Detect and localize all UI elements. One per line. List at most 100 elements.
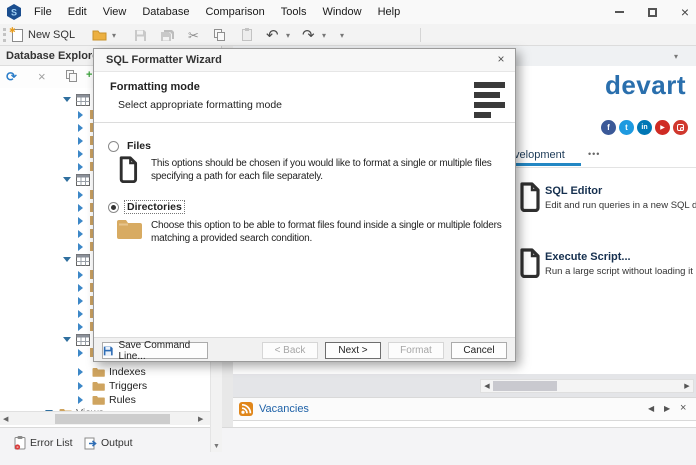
tab-list-dropdown[interactable]: ▾: [674, 52, 678, 61]
execute-script-title[interactable]: Execute Script...: [545, 251, 631, 263]
sql-formatter-wizard-dialog: SQL Formatter Wizard × Formatting mode S…: [93, 48, 516, 362]
sql-editor-title[interactable]: SQL Editor: [545, 185, 602, 197]
new-sql-icon: ✱: [9, 26, 23, 42]
start-page-hscrollbar[interactable]: ◀ ▶: [480, 379, 694, 393]
minimize-icon: [614, 11, 624, 13]
feed-prev-button[interactable]: ◀: [648, 404, 654, 413]
copy-button[interactable]: [214, 26, 226, 44]
folder-icon: [92, 382, 105, 391]
folder-icon: [92, 368, 105, 377]
files-radio[interactable]: [108, 141, 119, 152]
redo-icon: ↷: [302, 26, 315, 44]
open-file-button[interactable]: [92, 26, 107, 44]
tabs-more-button[interactable]: •••: [588, 149, 600, 159]
app-window: S File Edit View Database Comparison Too…: [0, 0, 696, 465]
refresh-icon: ⟳: [6, 69, 17, 84]
scrollbar-thumb[interactable]: [493, 381, 557, 391]
save-icon: [103, 346, 113, 355]
save-command-line-button[interactable]: Save Command Line...: [102, 340, 208, 362]
toolbar-overflow-dropdown[interactable]: ▾: [340, 26, 344, 44]
youtube-icon[interactable]: ▶: [655, 120, 670, 135]
tree-row-triggers[interactable]: Triggers: [0, 380, 210, 392]
menu-item-comparison[interactable]: Comparison: [197, 0, 272, 24]
files-radio-label[interactable]: Files: [127, 140, 151, 152]
save-all-icon: [161, 29, 174, 41]
window-minimize-button[interactable]: [606, 0, 632, 24]
maximize-icon: [647, 7, 657, 17]
open-folder-icon: [92, 30, 107, 41]
redo-button[interactable]: ↷: [302, 26, 315, 44]
folder-icon: [92, 396, 105, 405]
menu-item-database[interactable]: Database: [134, 0, 197, 24]
redo-dropdown[interactable]: ▾: [322, 26, 326, 44]
files-option-icon: [116, 156, 139, 183]
facebook-icon[interactable]: f: [601, 120, 616, 135]
disconnect-button[interactable]: ×: [38, 69, 46, 84]
menu-item-tools[interactable]: Tools: [273, 0, 315, 24]
scroll-right-icon[interactable]: ▶: [681, 382, 693, 390]
next-button[interactable]: Next >: [325, 342, 381, 359]
dialog-subheading: Select appropriate formatting mode: [118, 99, 283, 111]
copy-icon: [214, 28, 226, 42]
twitter-icon[interactable]: t: [619, 120, 634, 135]
camera-glyph: [677, 124, 684, 131]
rss-icon: [239, 402, 253, 416]
window-close-button[interactable]: ×: [672, 0, 696, 24]
refresh-button[interactable]: ⟳: [6, 69, 17, 85]
dialog-title-bar[interactable]: SQL Formatter Wizard ×: [94, 49, 515, 72]
directories-radio[interactable]: [108, 202, 119, 213]
save-all-button[interactable]: [160, 26, 175, 44]
paste-button[interactable]: [242, 26, 252, 44]
feed-close-button[interactable]: ×: [680, 402, 686, 414]
cancel-button[interactable]: Cancel: [451, 342, 507, 359]
close-icon: ×: [497, 52, 505, 66]
paste-icon: [242, 28, 252, 41]
new-connection-button[interactable]: +: [86, 69, 92, 81]
social-links: f t in ▶: [601, 120, 688, 135]
undo-button[interactable]: ↶: [266, 26, 279, 44]
scroll-left-icon[interactable]: ◀: [481, 382, 493, 390]
linkedin-icon[interactable]: in: [637, 120, 652, 135]
feed-next-button[interactable]: ▶: [664, 404, 670, 413]
save-icon: [135, 29, 146, 41]
dialog-footer: Save Command Line... < Back Next > Forma…: [94, 337, 515, 362]
scrollbar-thumb[interactable]: [55, 414, 170, 424]
directories-radio-label[interactable]: Directories: [124, 200, 185, 214]
menu-item-file[interactable]: File: [26, 0, 60, 24]
dialog-separator: [94, 122, 515, 123]
dialog-close-button[interactable]: ×: [492, 52, 510, 69]
output-tab[interactable]: Output: [84, 434, 133, 452]
menu-item-view[interactable]: View: [95, 0, 135, 24]
vacancies-tab[interactable]: Vacancies: [259, 403, 309, 415]
tree-row-indexes[interactable]: Indexes: [0, 366, 210, 378]
output-icon: [84, 437, 97, 449]
error-list-tab[interactable]: Error List: [14, 434, 73, 452]
explorer-hscrollbar[interactable]: ◀ ▶: [0, 411, 210, 425]
undo-icon: ↶: [266, 26, 279, 44]
save-button[interactable]: [134, 26, 147, 44]
undo-dropdown[interactable]: ▾: [286, 26, 290, 44]
menu-item-help[interactable]: Help: [370, 0, 409, 24]
menu-item-window[interactable]: Window: [314, 0, 369, 24]
devart-logo: devart: [604, 70, 686, 100]
window-maximize-button[interactable]: [639, 0, 665, 24]
format-button: Format: [388, 342, 444, 359]
error-list-icon: [14, 436, 26, 450]
toolbar-grip[interactable]: [3, 28, 6, 42]
open-file-dropdown[interactable]: ▾: [112, 26, 116, 44]
new-sql-button[interactable]: ✱ New SQL: [9, 26, 75, 44]
cut-button[interactable]: ✂: [188, 26, 199, 44]
tree-row-rules[interactable]: Rules: [0, 394, 210, 406]
format-lines-icon: [474, 82, 505, 122]
sql-editor-description: Edit and run queries in a new SQL docume…: [545, 200, 696, 211]
scroll-left-icon[interactable]: ◀: [3, 415, 8, 423]
back-button: < Back: [262, 342, 318, 359]
menu-item-edit[interactable]: Edit: [60, 0, 95, 24]
scroll-right-icon[interactable]: ▶: [198, 415, 203, 423]
scroll-down-icon[interactable]: ▼: [213, 443, 220, 450]
sql-editor-icon: [517, 182, 541, 212]
instagram-icon[interactable]: [673, 120, 688, 135]
close-icon: ×: [680, 4, 690, 20]
menu-bar: File Edit View Database Comparison Tools…: [26, 0, 408, 24]
dialog-heading: Formatting mode: [110, 81, 200, 93]
